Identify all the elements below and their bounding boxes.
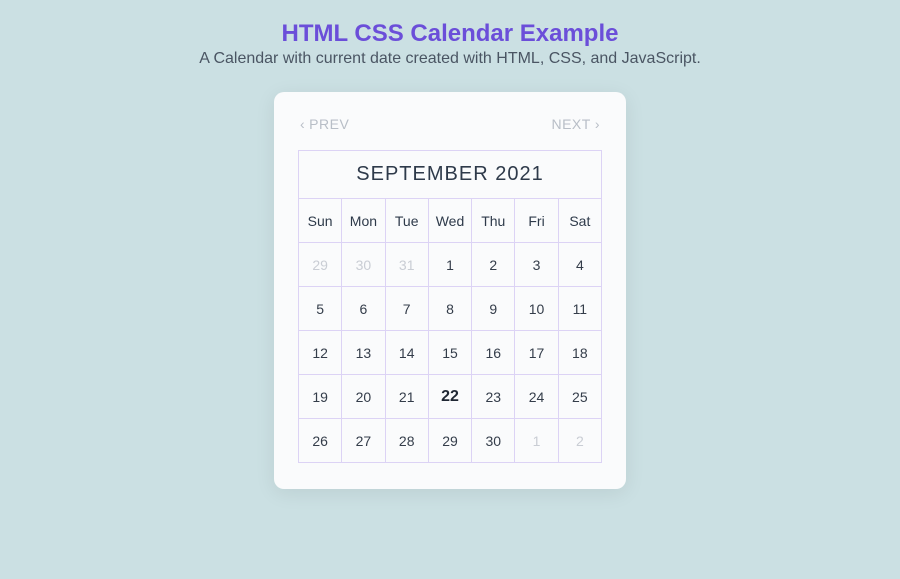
- day-name-sun: Sun: [299, 199, 342, 243]
- next-button[interactable]: NEXT ›: [551, 116, 600, 132]
- calendar-day-cell[interactable]: 4: [558, 243, 601, 287]
- calendar-day-cell[interactable]: 14: [385, 331, 428, 375]
- calendar-day-cell[interactable]: 18: [558, 331, 601, 375]
- calendar-week-row: 262728293012: [299, 419, 602, 463]
- calendar-body: 2930311234567891011121314151617181920212…: [299, 243, 602, 463]
- calendar-day-cell[interactable]: 22: [428, 375, 471, 419]
- calendar-day-cell[interactable]: 26: [299, 419, 342, 463]
- calendar-day-cell[interactable]: 9: [472, 287, 515, 331]
- day-names-row: Sun Mon Tue Wed Thu Fri Sat: [299, 199, 602, 243]
- day-name-mon: Mon: [342, 199, 385, 243]
- page-subtitle: A Calendar with current date created wit…: [199, 50, 701, 68]
- calendar-day-cell[interactable]: 6: [342, 287, 385, 331]
- day-name-wed: Wed: [428, 199, 471, 243]
- calendar-table: SEPTEMBER 2021 Sun Mon Tue Wed Thu Fri S…: [298, 150, 602, 463]
- calendar-day-cell[interactable]: 11: [558, 287, 601, 331]
- calendar-day-cell[interactable]: 10: [515, 287, 558, 331]
- calendar-day-cell[interactable]: 31: [385, 243, 428, 287]
- calendar-day-cell[interactable]: 30: [342, 243, 385, 287]
- month-header: SEPTEMBER 2021: [299, 151, 602, 199]
- day-name-fri: Fri: [515, 199, 558, 243]
- calendar-day-cell[interactable]: 29: [299, 243, 342, 287]
- calendar-day-cell[interactable]: 2: [472, 243, 515, 287]
- calendar-day-cell[interactable]: 30: [472, 419, 515, 463]
- prev-button[interactable]: ‹ PREV: [300, 116, 349, 132]
- calendar-day-cell[interactable]: 17: [515, 331, 558, 375]
- calendar-day-cell[interactable]: 7: [385, 287, 428, 331]
- calendar-day-cell[interactable]: 12: [299, 331, 342, 375]
- chevron-right-icon: ›: [595, 117, 600, 131]
- calendar-day-cell[interactable]: 25: [558, 375, 601, 419]
- calendar-day-cell[interactable]: 1: [515, 419, 558, 463]
- calendar-day-cell[interactable]: 29: [428, 419, 471, 463]
- calendar-day-cell[interactable]: 15: [428, 331, 471, 375]
- calendar-day-cell[interactable]: 20: [342, 375, 385, 419]
- calendar-day-cell[interactable]: 23: [472, 375, 515, 419]
- next-label: NEXT: [551, 116, 590, 132]
- calendar-day-cell[interactable]: 8: [428, 287, 471, 331]
- calendar-day-cell[interactable]: 19: [299, 375, 342, 419]
- calendar-day-cell[interactable]: 21: [385, 375, 428, 419]
- calendar-day-cell[interactable]: 16: [472, 331, 515, 375]
- calendar-day-cell[interactable]: 28: [385, 419, 428, 463]
- page-title: HTML CSS Calendar Example: [199, 20, 701, 48]
- calendar-day-cell[interactable]: 2: [558, 419, 601, 463]
- calendar-week-row: 12131415161718: [299, 331, 602, 375]
- calendar-day-cell[interactable]: 3: [515, 243, 558, 287]
- day-name-thu: Thu: [472, 199, 515, 243]
- calendar-day-cell[interactable]: 27: [342, 419, 385, 463]
- calendar-card: ‹ PREV NEXT › SEPTEMBER 2021 Sun Mon Tue…: [274, 92, 626, 489]
- page-header: HTML CSS Calendar Example A Calendar wit…: [199, 20, 701, 68]
- prev-label: PREV: [309, 116, 349, 132]
- day-name-sat: Sat: [558, 199, 601, 243]
- calendar-week-row: 567891011: [299, 287, 602, 331]
- day-name-tue: Tue: [385, 199, 428, 243]
- chevron-left-icon: ‹: [300, 117, 305, 131]
- calendar-day-cell[interactable]: 1: [428, 243, 471, 287]
- calendar-day-cell[interactable]: 13: [342, 331, 385, 375]
- calendar-week-row: 2930311234: [299, 243, 602, 287]
- calendar-day-cell[interactable]: 24: [515, 375, 558, 419]
- calendar-week-row: 19202122232425: [299, 375, 602, 419]
- calendar-nav: ‹ PREV NEXT ›: [298, 116, 602, 132]
- calendar-day-cell[interactable]: 5: [299, 287, 342, 331]
